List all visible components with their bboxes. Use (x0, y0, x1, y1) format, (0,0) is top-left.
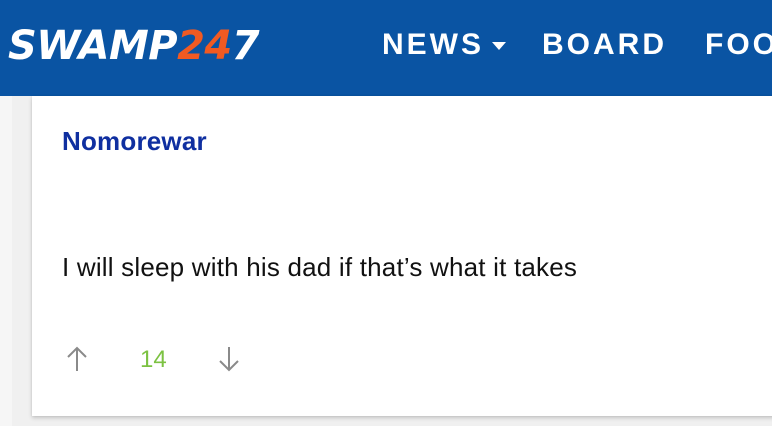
logo-text: SWAMP (8, 23, 178, 69)
nav-item-label: NEWS (382, 28, 484, 61)
site-header: SWAMP247 NEWS BOARD FOO (0, 0, 772, 96)
nav-item-foo[interactable]: FOO (705, 28, 772, 62)
post-card: Nomorewar I will sleep with his dad if t… (32, 96, 772, 416)
nav-item-board[interactable]: BOARD (542, 28, 667, 62)
arrow-down-icon[interactable] (214, 344, 244, 374)
site-logo[interactable]: SWAMP247 (8, 18, 338, 78)
page-gutter (0, 96, 12, 426)
vote-count: 14 (140, 346, 167, 373)
nav-item-news[interactable]: NEWS (382, 28, 506, 62)
main-nav: NEWS BOARD FOO (382, 25, 772, 65)
post-message: I will sleep with his dad if that’s what… (62, 252, 578, 282)
nav-item-label: BOARD (542, 28, 667, 61)
logo-number-last: 7 (231, 23, 260, 69)
nav-item-label: FOO (705, 28, 772, 61)
chevron-down-icon (492, 42, 506, 50)
arrow-up-icon[interactable] (62, 344, 92, 374)
post-author[interactable]: Nomorewar (62, 126, 207, 157)
logo-number: 24 (177, 23, 232, 69)
